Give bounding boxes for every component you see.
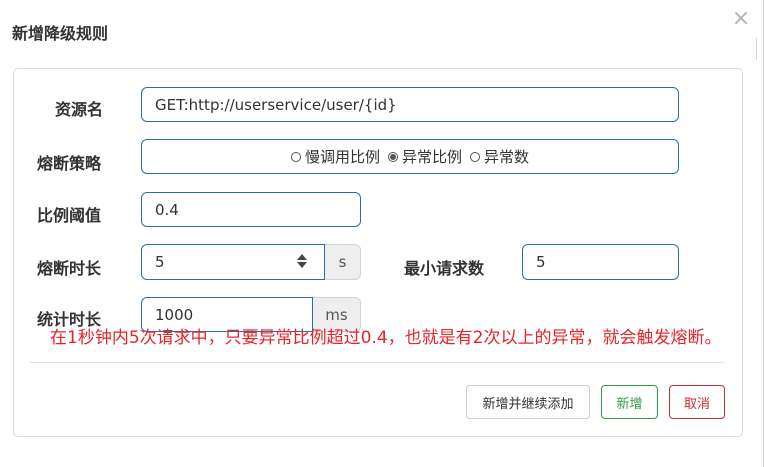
radio-button-checked-icon[interactable]	[387, 151, 398, 162]
scrollbar-edge	[756, 38, 764, 60]
threshold-input[interactable]: 0.4	[141, 192, 361, 227]
number-spinner-icon[interactable]	[296, 254, 308, 270]
footer-divider	[30, 362, 724, 363]
radio-label: 慢调用比例	[304, 148, 380, 166]
resource-label: 资源名	[55, 100, 104, 119]
radio-exception-count[interactable]: 异常数	[470, 146, 529, 167]
annotation-note: 在1秒钟内5次请求中，只要异常比例超过0.4，也就是有2次以上的异常，就会触发熔…	[50, 328, 722, 348]
close-icon[interactable]: ×	[731, 7, 751, 31]
min-requests-label: 最小请求数	[404, 259, 485, 278]
add-and-continue-button[interactable]: 新增并继续添加	[466, 385, 590, 419]
radio-button-icon[interactable]	[290, 151, 301, 162]
duration-unit: s	[325, 244, 361, 280]
radio-label: 异常比例	[401, 148, 462, 166]
radio-exception-ratio[interactable]: 异常比例	[387, 146, 462, 167]
degrade-rule-dialog: 新增降级规则 × 资源名 GET:http://userservice/user…	[0, 0, 764, 467]
dialog-title: 新增降级规则	[12, 24, 109, 43]
duration-label: 熔断时长	[37, 259, 102, 278]
radio-label: 异常数	[484, 148, 530, 166]
radio-button-icon[interactable]	[470, 151, 480, 162]
min-requests-input[interactable]: 5	[522, 244, 679, 280]
strategy-radio-group: 慢调用比例 异常比例 异常数	[141, 139, 679, 174]
spinner-down-icon[interactable]	[297, 262, 307, 268]
strategy-label: 熔断策略	[37, 154, 102, 173]
add-button[interactable]: 新增	[601, 385, 658, 419]
resource-input[interactable]: GET:http://userservice/user/{id}	[141, 87, 679, 122]
threshold-label: 比例阈值	[37, 206, 102, 225]
radio-slow-call-ratio[interactable]: 慢调用比例	[290, 146, 380, 167]
cancel-button[interactable]: 取消	[669, 385, 725, 419]
spinner-up-icon[interactable]	[297, 254, 307, 260]
